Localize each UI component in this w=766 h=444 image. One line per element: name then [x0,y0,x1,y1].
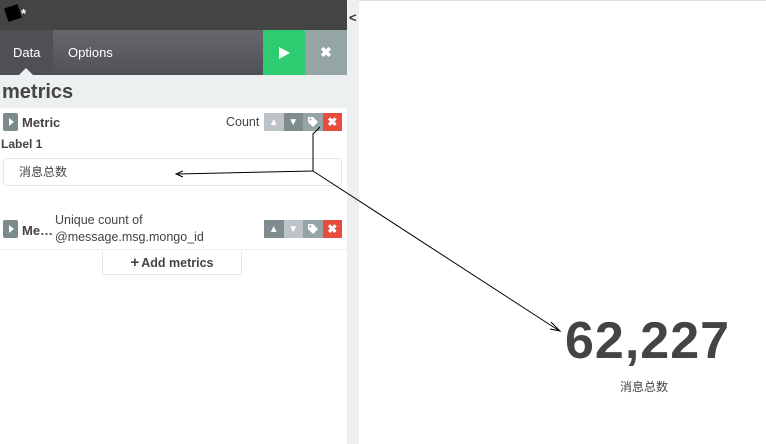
apply-changes-button[interactable] [263,30,305,75]
expand-toggle-icon[interactable] [3,113,18,131]
play-icon [279,46,290,59]
redaction-mark [4,4,22,22]
aggregation-title: Metric [22,115,61,130]
aggregation-description-line2: @message.msg.mongo_id [55,230,204,244]
custom-label-input[interactable]: 消息总数 [3,158,342,186]
title-bar: * [0,0,347,30]
move-down-button[interactable]: ▼ [283,220,303,238]
remove-aggregation-button[interactable]: ✖ [322,220,342,238]
aggregation-description-line1: Unique count of [55,213,143,227]
metric-aggregation-2: Me… Unique count of @message.msg.mongo_i… [0,210,347,250]
discard-changes-button[interactable]: ✖ [305,30,347,75]
aggregation-type: Count [226,115,260,129]
window-title: * [4,4,26,22]
remove-icon: ✖ [327,222,338,236]
move-up-button[interactable]: ▲ [264,220,284,238]
tab-bar: Data Options ✖ [0,30,347,75]
custom-label-button[interactable] [303,220,323,238]
section-title: metrics [2,81,74,103]
aggregation-title: Me… [22,223,54,238]
metric-value: 62,227 [565,312,731,370]
move-down-button[interactable]: ▼ [283,113,303,131]
plus-icon: + [130,254,140,271]
chevron-down-icon: ▼ [288,223,299,235]
metrics-section-header: metrics [0,75,347,108]
custom-label-button[interactable] [303,113,323,131]
chevron-up-icon: ▲ [268,223,279,235]
tab-options[interactable]: Options [55,30,126,75]
remove-icon: ✖ [327,115,338,129]
tag-icon [307,224,318,234]
close-icon: ✖ [320,44,332,60]
tab-data[interactable]: Data [0,30,53,75]
chevron-down-icon: ▼ [288,116,299,128]
tag-icon [307,117,318,127]
visualization-panel: 62,227 消息总数 [359,0,766,444]
remove-aggregation-button[interactable]: ✖ [322,113,342,131]
chevron-left-icon[interactable]: < [349,10,357,25]
chevron-up-icon: ▲ [268,116,279,128]
aggregation-controls: ▲ ▼ ✖ [264,113,342,131]
add-metrics-button[interactable]: + Add metrics [102,251,242,275]
custom-label-title: Label 1 [1,137,43,151]
aggregation-controls: ▲ ▼ ✖ [264,220,342,238]
editor-sidebar: * Data Options ✖ metrics Metric Count ▲ … [0,0,347,444]
expand-toggle-icon[interactable] [3,220,18,238]
panel-splitter[interactable]: < [347,0,359,444]
metric-label: 消息总数 [620,380,669,394]
move-up-button[interactable]: ▲ [264,113,284,131]
